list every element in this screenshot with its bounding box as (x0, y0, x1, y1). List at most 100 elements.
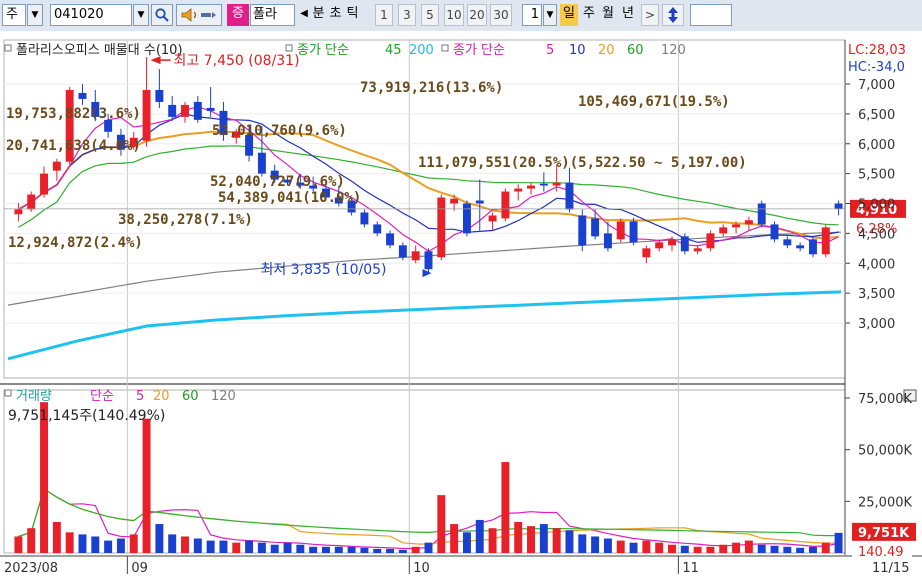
volume-legend-period: 120 (211, 389, 236, 404)
candle-body (693, 248, 702, 252)
volume-bar (770, 545, 779, 553)
period-tick[interactable]: 틱 (344, 4, 361, 26)
volume-bar (629, 542, 638, 553)
candle-body (488, 215, 497, 222)
timeframe-week[interactable]: 주 (580, 4, 598, 26)
interval-3-button[interactable]: 3 (398, 4, 416, 26)
volume-bar (437, 495, 446, 553)
volume-bar (668, 544, 676, 553)
next-button[interactable]: > (641, 4, 659, 26)
volume-bar (193, 538, 202, 553)
stock-code-dropdown-icon[interactable]: ▼ (133, 4, 149, 26)
volume-bar (386, 548, 395, 553)
legend-ma-short-period: 10 (569, 43, 586, 58)
candle-body (52, 161, 61, 171)
period-minute[interactable]: 분 (310, 4, 327, 26)
x-axis-label: 2023/08 (4, 561, 58, 576)
volume-bar (245, 540, 254, 553)
candle-body (757, 203, 766, 225)
candle-body (424, 251, 433, 270)
stock-chart: 73,919,216(13.6%) 105,469,671(19.5%) 19,75… (0, 31, 922, 582)
candle-body (668, 239, 676, 246)
lc-readout: LC:28,03 (848, 43, 906, 58)
candle-body (578, 215, 587, 246)
volume-bar (181, 536, 189, 553)
candle-body (834, 203, 843, 209)
profile-label: 111,079,551(20.5%)(5,522.50 ~ 5,197.00) (418, 155, 747, 171)
legend-ma-long-label: 종가 단순 (297, 43, 349, 58)
candle-body (462, 203, 471, 234)
price-tick-label: 3,000 (858, 317, 895, 332)
x-axis-label: 11 (682, 561, 699, 576)
timeframe-day[interactable]: 일 (560, 4, 578, 26)
market-type-dropdown-icon[interactable]: ▼ (27, 4, 43, 26)
interval-30-button[interactable]: 30 (490, 4, 512, 26)
timeframe-month[interactable]: 월 (599, 4, 617, 26)
candle-body (373, 224, 382, 234)
price-tick-label: 5,500 (858, 168, 895, 183)
volume-bar (578, 534, 587, 553)
legend-ma45: 45 (385, 43, 402, 58)
profile-label: 12,924,872(2.4%) (8, 235, 143, 251)
volume-bar (142, 418, 151, 553)
profile-label: 52,010,760(9.6%) (212, 123, 347, 139)
candle-body (514, 188, 523, 192)
legend-ma-short-period: 5 (546, 43, 554, 58)
volume-bar (398, 549, 407, 553)
x-axis-label: 10 (413, 561, 430, 576)
x-axis-label: 11/15 (872, 561, 909, 576)
toolbar: 주 ▼ 041020 ▼ 증 폴라 ◀ 분 초 틱 1 3 5 10 20 30… (0, 0, 922, 32)
candle-body (783, 239, 792, 246)
volume-tick-label: 75,000K (858, 392, 912, 407)
candle-body (155, 89, 164, 102)
candle-body (796, 245, 805, 249)
volume-bar (744, 540, 753, 553)
candle-body (14, 209, 23, 215)
volume-bar (655, 542, 664, 553)
interval-10-button[interactable]: 10 (444, 4, 464, 26)
volume-bar (450, 524, 459, 553)
candle-body (475, 200, 484, 204)
count-input[interactable]: 1 (522, 4, 542, 26)
search-icon[interactable] (151, 4, 173, 26)
volume-bar (693, 546, 702, 553)
interval-1-button[interactable]: 1 (375, 4, 393, 26)
volume-bar (78, 534, 87, 553)
volume-bar (565, 530, 574, 553)
market-type-select[interactable]: 주 (2, 4, 26, 26)
candle-body (642, 248, 651, 258)
zoom-tag[interactable]: 증 (227, 4, 249, 26)
volume-bar (796, 547, 805, 553)
volume-bar (732, 542, 741, 553)
updown-arrow-icon[interactable] (662, 4, 684, 26)
volume-bar (680, 545, 689, 553)
candle-body (181, 104, 189, 117)
profile-label: 38,250,278(7.1%) (118, 212, 253, 228)
volume-tick-label: 50,000K (858, 444, 912, 459)
low-label: 최저 3,835 (10/05) (261, 262, 387, 278)
volume-bar (539, 524, 548, 553)
volume-bar (296, 544, 305, 553)
volume-bar (411, 546, 420, 553)
sound-alert-icon[interactable] (176, 4, 222, 26)
legend-ma-short-period: 60 (627, 43, 644, 58)
period-second[interactable]: 초 (327, 4, 344, 26)
interval-20-button[interactable]: 20 (467, 4, 487, 26)
count-dropdown-icon[interactable]: ▼ (543, 4, 557, 26)
stock-code-input[interactable]: 041020 (50, 4, 132, 26)
volume-bar (206, 540, 215, 553)
volume-bar (783, 546, 792, 553)
volume-bar (116, 538, 125, 553)
volume-bar (322, 546, 330, 553)
volume-bar (168, 534, 177, 553)
volume-bar (424, 542, 433, 553)
volume-bar (603, 538, 612, 553)
timeframe-year[interactable]: 년 (619, 4, 637, 26)
prev-arrow-icon[interactable]: ◀ (298, 4, 310, 26)
extra-input[interactable] (690, 4, 732, 26)
candle-body (629, 221, 638, 243)
price-tick-label: 3,500 (858, 287, 895, 302)
volume-bar (65, 532, 74, 553)
interval-5-button[interactable]: 5 (421, 4, 439, 26)
volume-legend-name: 거래량 (16, 389, 52, 404)
